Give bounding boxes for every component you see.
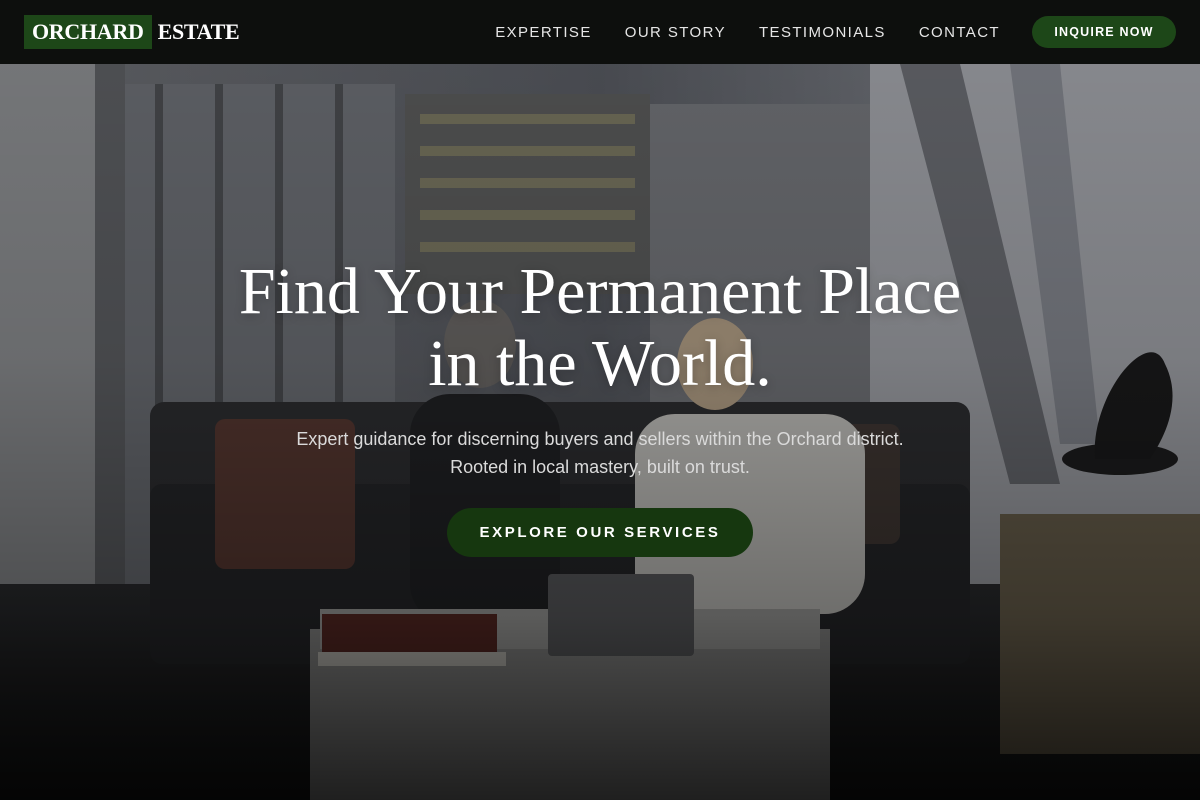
nav-link-contact[interactable]: CONTACT [919, 24, 1000, 41]
nav-link-expertise[interactable]: EXPERTISE [495, 24, 592, 41]
top-navigation-bar: ORCHARD ESTATE EXPERTISE OUR STORY TESTI… [0, 0, 1200, 64]
explore-services-button[interactable]: EXPLORE OUR SERVICES [447, 508, 753, 557]
logo-primary-word: ORCHARD [24, 15, 152, 49]
hero-headline-line-2: in the World. [428, 327, 772, 400]
inquire-now-button[interactable]: INQUIRE NOW [1032, 16, 1176, 48]
hero-headline-line-1: Find Your Permanent Place [238, 255, 962, 328]
hero-subtitle: Expert guidance for discerning buyers an… [296, 429, 904, 477]
nav-link-our-story[interactable]: OUR STORY [625, 24, 726, 41]
hero-section: Find Your Permanent Place in the World. … [0, 64, 1200, 800]
hero-headline: Find Your Permanent Place in the World. [0, 256, 1200, 400]
nav-link-testimonials[interactable]: TESTIMONIALS [759, 24, 886, 41]
brand-logo[interactable]: ORCHARD ESTATE [24, 15, 240, 49]
logo-secondary-word: ESTATE [157, 19, 240, 44]
main-nav: EXPERTISE OUR STORY TESTIMONIALS CONTACT [462, 0, 1000, 64]
